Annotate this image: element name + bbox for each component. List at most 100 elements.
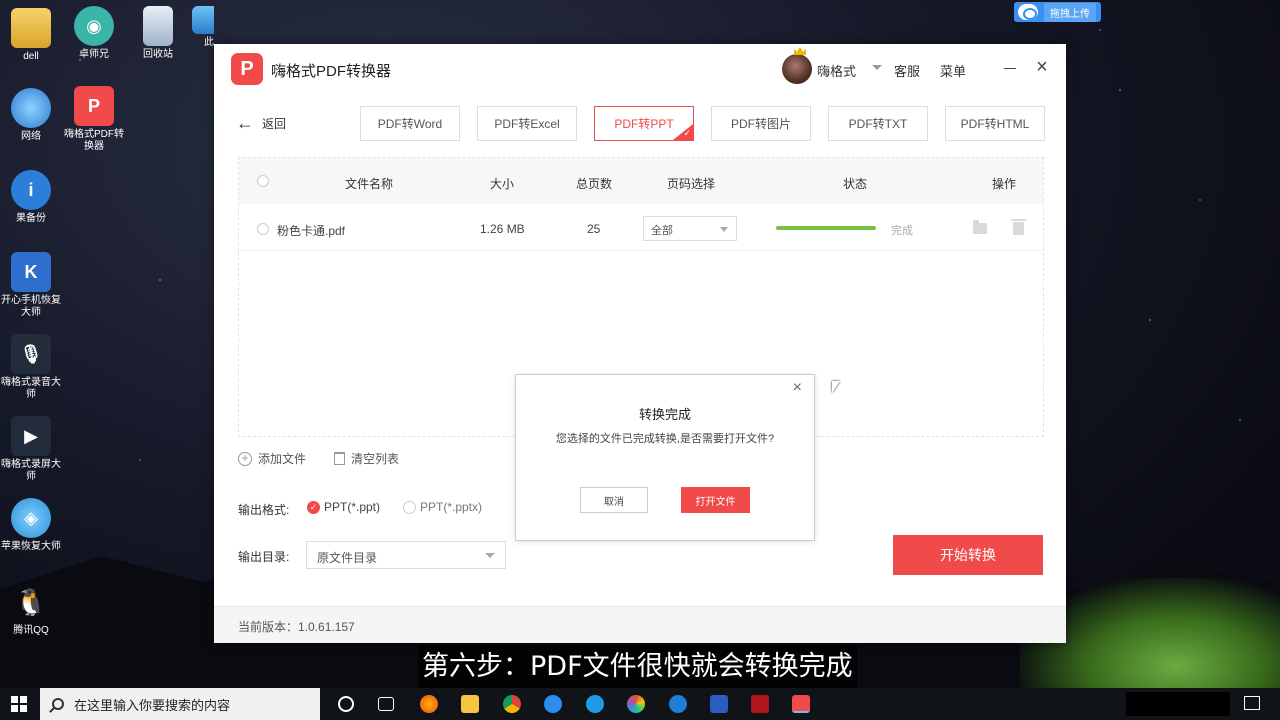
- select-all-radio[interactable]: [257, 175, 269, 187]
- plus-circle-icon: +: [238, 451, 252, 466]
- desktop-icon-recycle-bin[interactable]: 回收站: [127, 6, 189, 61]
- zhuoshixiong-icon: ◉: [74, 6, 114, 46]
- header-page-select: 页码选择: [667, 177, 716, 191]
- dialog-open-file-button[interactable]: 打开文件: [681, 487, 750, 513]
- tab-pdf-to-word[interactable]: PDF转Word: [360, 106, 460, 141]
- header-pages: 总页数: [576, 177, 613, 191]
- format-option-ppt[interactable]: ✓ PPT(*.ppt): [307, 500, 380, 514]
- edge-icon[interactable]: [669, 695, 687, 713]
- cloud-icon: [1018, 4, 1038, 20]
- recycle-bin-icon: [143, 6, 173, 46]
- tab-pdf-to-txt[interactable]: PDF转TXT: [828, 106, 928, 141]
- feather-app-icon[interactable]: [586, 695, 604, 713]
- add-file-button[interactable]: + 添加文件: [238, 450, 306, 467]
- desktop-icon-apple-recovery[interactable]: ◈ 苹果恢复大师: [0, 498, 62, 553]
- file-table: 文件名称 大小 总页数 页码选择 状态 操作 粉色卡通.pdf 1.26 MB …: [238, 157, 1044, 541]
- row-select-radio[interactable]: [257, 223, 269, 235]
- chevron-down-icon: [720, 227, 728, 232]
- search-icon: [52, 698, 64, 710]
- file-name: 粉色卡通.pdf: [277, 224, 346, 238]
- taskbar-search-input[interactable]: 在这里输入你要搜索的内容: [40, 688, 320, 720]
- computer-icon: [192, 6, 214, 34]
- radio-empty-icon: [403, 500, 416, 514]
- format-option-pptx[interactable]: PPT(*.pptx): [403, 500, 482, 514]
- status-text: 完成: [891, 225, 913, 237]
- file-explorer-icon[interactable]: [461, 695, 479, 713]
- desktop-icon-this-pc[interactable]: 此: [190, 6, 214, 49]
- page-range-select[interactable]: 全部: [643, 216, 737, 241]
- arrow-left-icon: ←: [236, 113, 254, 133]
- output-dir-label: 输出目录:: [238, 550, 290, 564]
- header-size: 大小: [490, 177, 515, 191]
- wps-writer-icon[interactable]: [710, 695, 728, 713]
- apple-backup-icon: i: [11, 170, 51, 210]
- header-status: 状态: [843, 177, 868, 191]
- tab-pdf-to-html[interactable]: PDF转HTML: [945, 106, 1045, 141]
- desktop-icon-pdf-converter[interactable]: P 嗨格式PDF转换器: [63, 86, 125, 153]
- pdf-converter-taskbar-icon[interactable]: [792, 695, 810, 713]
- header-file-name: 文件名称: [345, 177, 394, 191]
- desktop-icon-screen-recorder[interactable]: ▶ 嗨格式录屏大师: [0, 416, 62, 483]
- version-footer: 当前版本：1.0.61.157: [214, 606, 1066, 643]
- tab-pdf-to-excel[interactable]: PDF转Excel: [477, 106, 577, 141]
- network-globe-icon: [11, 88, 51, 128]
- taskbar: 在这里输入你要搜索的内容: [0, 688, 1280, 720]
- mouse-cursor: [832, 381, 840, 393]
- tab-pdf-to-image[interactable]: PDF转图片: [711, 106, 811, 141]
- apple-recovery-icon: ◈: [11, 498, 51, 538]
- menu-button[interactable]: 菜单: [940, 61, 966, 80]
- user-dropdown-chevron-icon[interactable]: [872, 65, 882, 70]
- output-dir-select[interactable]: 原文件目录: [306, 541, 506, 569]
- tab-pdf-to-ppt[interactable]: PDF转PPT: [594, 106, 694, 141]
- minimize-button[interactable]: [1000, 58, 1020, 78]
- desktop-icon-dell[interactable]: dell: [0, 8, 62, 63]
- pdf-converter-logo-icon: P: [74, 86, 114, 126]
- customer-service-button[interactable]: 客服: [894, 61, 920, 80]
- dialog-close-icon[interactable]: ×: [793, 379, 802, 397]
- screen-recorder-icon: ▶: [11, 416, 51, 456]
- cortana-icon[interactable]: [338, 696, 354, 712]
- vip-crown-icon: [794, 47, 806, 55]
- app-logo-icon: P: [231, 53, 263, 85]
- output-format-label: 输出格式:: [238, 503, 290, 517]
- notification-icon[interactable]: [1244, 696, 1260, 710]
- header-action: 操作: [992, 177, 1017, 191]
- check-circle-icon: ✓: [307, 500, 320, 514]
- tray-clock[interactable]: [1126, 692, 1230, 716]
- desktop-icon-apple-backup[interactable]: i 果备份: [0, 170, 62, 225]
- conversion-tabs: PDF转Word PDF转Excel PDF转PPT PDF转图片 PDF转TX…: [360, 106, 1045, 141]
- trash-icon: [334, 452, 345, 465]
- close-window-button[interactable]: ×: [1032, 57, 1052, 77]
- open-folder-icon[interactable]: [973, 220, 987, 234]
- conversion-progress-bar: [776, 226, 876, 230]
- phone-recovery-icon: K: [11, 252, 51, 292]
- app-title: 嗨格式PDF转换器: [271, 63, 392, 80]
- user-folder-icon: [11, 8, 51, 48]
- chrome-icon[interactable]: [503, 695, 521, 713]
- color-app-icon[interactable]: [627, 695, 645, 713]
- clear-list-button[interactable]: 清空列表: [334, 450, 399, 467]
- file-size: 1.26 MB: [480, 222, 525, 236]
- microphone-icon: 🎙: [11, 334, 51, 374]
- windows-start-icon[interactable]: [11, 696, 27, 712]
- conversion-complete-dialog: × 转换完成 您选择的文件已完成转换,是否需要打开文件? 取消 打开文件: [515, 374, 815, 541]
- dialog-title: 转换完成: [638, 407, 691, 422]
- task-view-icon[interactable]: [378, 697, 394, 711]
- desktop-icon-audio-recorder[interactable]: 🎙 嗨格式录音大师: [0, 334, 62, 401]
- user-name[interactable]: 嗨格式: [817, 61, 856, 80]
- table-header: 文件名称 大小 总页数 页码选择 状态 操作: [239, 158, 1043, 204]
- desktop-icon-qq[interactable]: 🐧 腾讯QQ: [0, 582, 62, 637]
- acrobat-icon[interactable]: [751, 695, 769, 713]
- desktop-icon-network[interactable]: 网络: [0, 88, 62, 143]
- video-subtitle: 第六步：PDF文件很快就会转换完成: [418, 645, 857, 688]
- user-avatar[interactable]: [782, 54, 812, 84]
- delete-trash-icon[interactable]: [1011, 219, 1026, 235]
- drag-upload-button[interactable]: 拖拽上传: [1014, 2, 1101, 22]
- firefox-icon[interactable]: [420, 695, 438, 713]
- back-button[interactable]: ← 返回: [236, 114, 286, 132]
- dialog-cancel-button[interactable]: 取消: [580, 487, 648, 513]
- browser-q-icon[interactable]: [544, 695, 562, 713]
- start-conversion-button[interactable]: 开始转换: [893, 535, 1043, 575]
- desktop-icon-zhuoshixiong[interactable]: ◉ 卓师兄: [63, 6, 125, 61]
- desktop-icon-phone-recovery[interactable]: K 开心手机恢复大师: [0, 252, 62, 319]
